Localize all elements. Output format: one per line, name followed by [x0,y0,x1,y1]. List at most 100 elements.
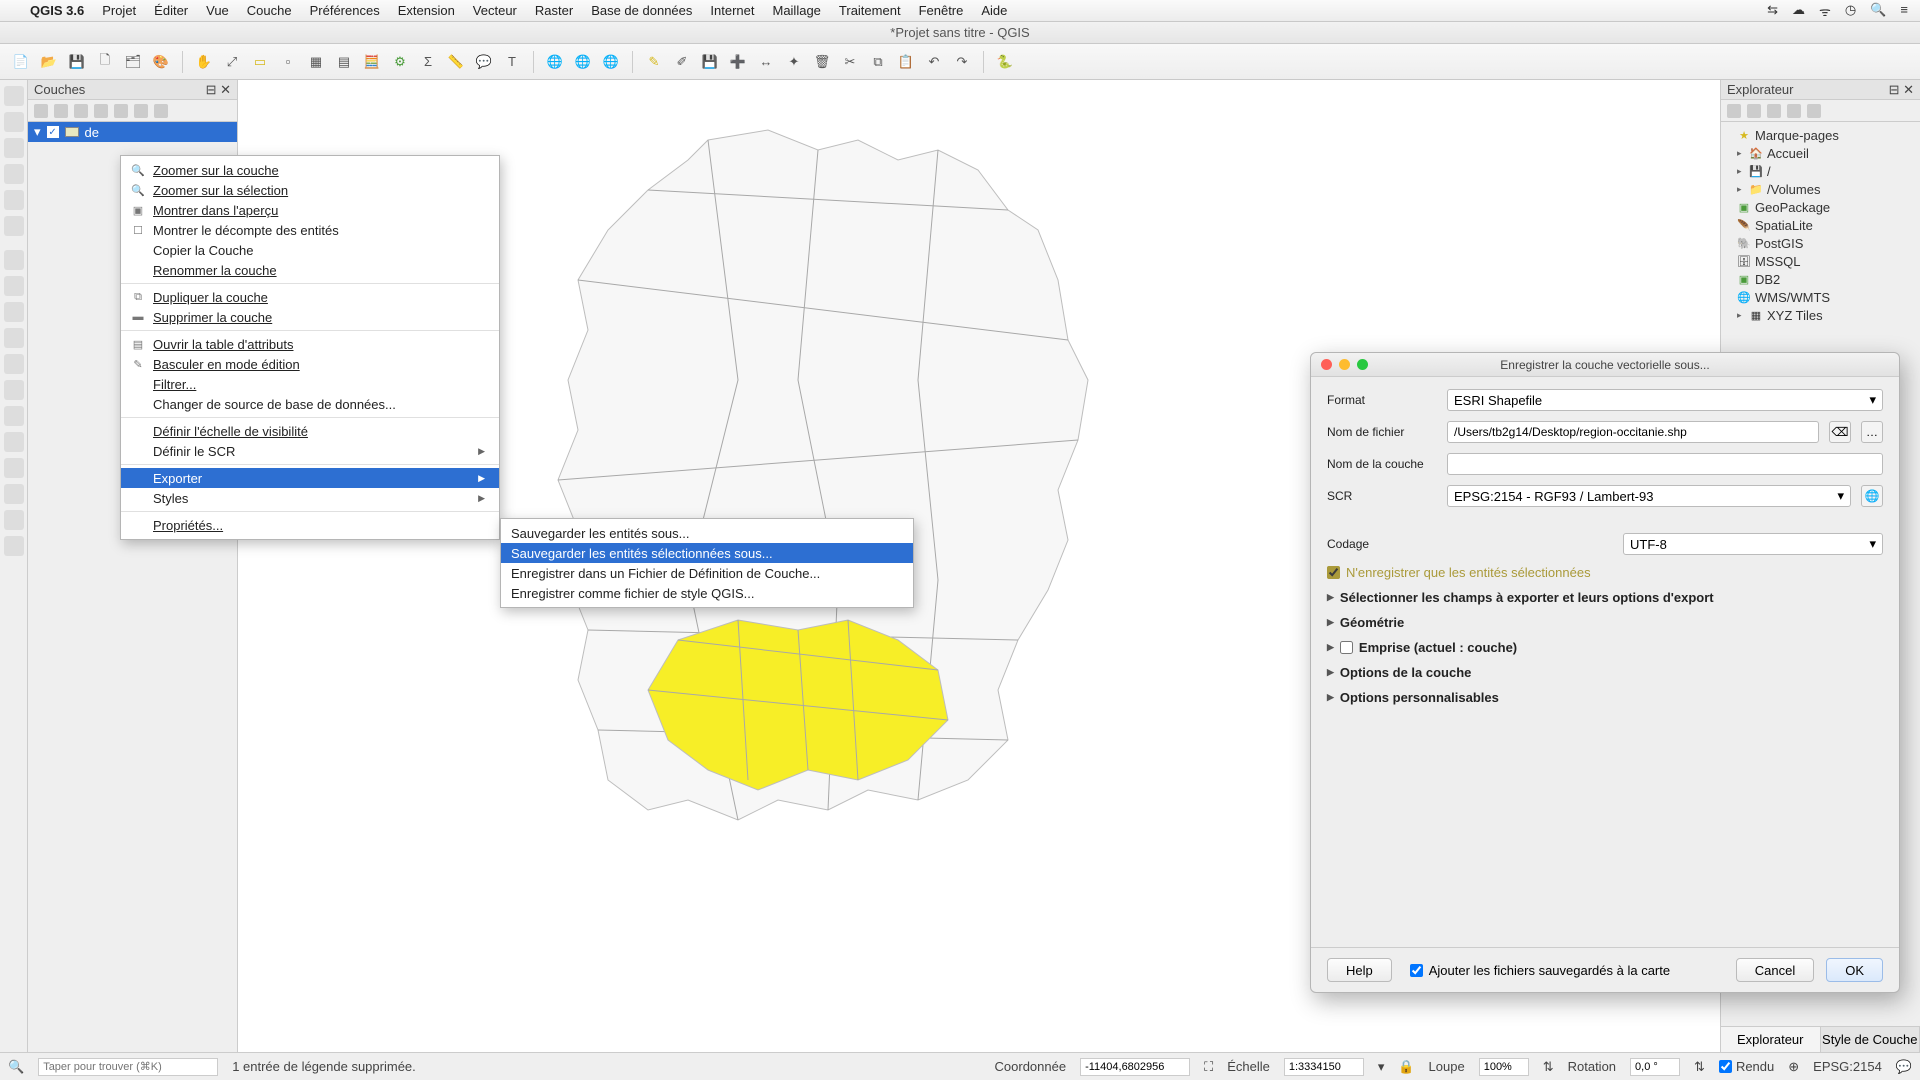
edit2-icon[interactable]: ✐ [671,51,693,73]
select-icon[interactable]: ▭ [249,51,271,73]
cancel-button[interactable]: Cancel [1736,958,1814,982]
tree-home[interactable]: ▸🏠Accueil [1725,144,1916,162]
extent-section[interactable]: ▶Emprise (actuel : couche) [1327,640,1883,655]
add-raster-icon[interactable] [4,112,24,132]
layer-collapse-icon[interactable] [134,104,148,118]
menu-preferences[interactable]: Préférences [310,3,380,18]
menu-fenetre[interactable]: Fenêtre [919,3,964,18]
menu-bdd[interactable]: Base de données [591,3,692,18]
zoom-next-icon[interactable] [4,432,24,452]
globe3-icon[interactable]: 🌐 [600,51,622,73]
add-vector-icon[interactable] [4,86,24,106]
node-tool-icon[interactable]: ✦ [783,51,805,73]
clock-icon[interactable]: ◷ [1845,2,1856,20]
custom-options-section[interactable]: ▶Options personnalisables [1327,690,1883,705]
tree-db2[interactable]: ▣DB2 [1725,270,1916,288]
layer-checkbox[interactable]: ✓ [47,126,59,138]
browser-close-icon[interactable]: ⊟ ✕ [1889,82,1914,98]
new-bookmark-icon[interactable] [4,484,24,504]
pan-icon[interactable]: ✋ [193,51,215,73]
stepper-icon[interactable]: ⇅ [1694,1059,1705,1075]
search-icon[interactable]: 🔍 [1870,2,1886,20]
zoom-in-icon[interactable] [4,276,24,296]
save-project-icon[interactable]: 💾 [66,51,88,73]
tree-mssql[interactable]: 🗄MSSQL [1725,252,1916,270]
switch-icon[interactable]: ⇆ [1767,2,1778,20]
ctx-save-style[interactable]: Enregistrer comme fichier de style QGIS.… [501,583,913,603]
ctx-zoom-layer[interactable]: 🔍Zoomer sur la couche [121,160,499,180]
tree-postgis[interactable]: 🐘PostGIS [1725,234,1916,252]
layer-options-section[interactable]: ▶Options de la couche [1327,665,1883,680]
add-saved-check[interactable]: Ajouter les fichiers sauvegardés à la ca… [1410,963,1670,978]
browser-refresh-icon[interactable] [1747,104,1761,118]
menu-traitement[interactable]: Traitement [839,3,901,18]
rotation-input[interactable] [1630,1058,1680,1076]
ctx-change-source[interactable]: Changer de source de base de données... [121,394,499,414]
globe1-icon[interactable]: 🌐 [544,51,566,73]
menu-raster[interactable]: Raster [535,3,573,18]
style-manager-icon[interactable]: 🎨 [150,51,172,73]
stepper-icon[interactable]: ⇅ [1543,1059,1554,1075]
tab-layer-style[interactable]: Style de Couche [1821,1027,1920,1052]
fields-section[interactable]: ▶Sélectionner les champs à exporter et l… [1327,590,1883,605]
pan-selection-icon[interactable]: ⤢ [221,51,243,73]
add-saved-checkbox[interactable] [1410,964,1423,977]
encoding-select[interactable]: UTF-8▾ [1623,533,1883,555]
magnifier-input[interactable] [1479,1058,1529,1076]
new-project-icon[interactable]: 📄 [10,51,32,73]
tree-xyz[interactable]: ▸▦XYZ Tiles [1725,306,1916,324]
add-feature-icon[interactable]: ➕ [727,51,749,73]
paste-icon[interactable]: 📋 [895,51,917,73]
panel-close-icon[interactable]: ⊟ ✕ [206,82,231,98]
add-csv-icon[interactable] [4,164,24,184]
layer-filter-icon[interactable] [94,104,108,118]
ctx-copy-layer[interactable]: Copier la Couche [121,240,499,260]
tips-icon[interactable]: 💬 [473,51,495,73]
tree-volumes[interactable]: ▸📁/Volumes [1725,180,1916,198]
ctx-save-selected[interactable]: Sauvegarder les entités sélectionnées so… [501,543,913,563]
layer-style-icon[interactable] [34,104,48,118]
browser-props-icon[interactable] [1807,104,1821,118]
layername-input[interactable] [1447,453,1883,475]
epsg-label[interactable]: EPSG:2154 [1813,1059,1882,1074]
layer-row[interactable]: ▾ ✓ de [28,122,237,142]
browse-button[interactable]: … [1861,421,1883,443]
browser-filter-icon[interactable] [1767,104,1781,118]
zoom-out-icon[interactable] [4,302,24,322]
globe2-icon[interactable]: 🌐 [572,51,594,73]
layout-manager-icon[interactable]: 🗂 [122,51,144,73]
delete-icon[interactable]: 🗑 [811,51,833,73]
only-selected-check[interactable]: N'enregistrer que les entités sélectionn… [1327,565,1883,580]
extent-icon[interactable]: ⛶ [1204,1059,1213,1075]
move-feature-icon[interactable]: ↔ [755,51,777,73]
filename-input[interactable] [1447,421,1819,443]
scr-browse-icon[interactable]: 🌐 [1861,485,1883,507]
measure-icon[interactable]: 📏 [445,51,467,73]
ctx-rename[interactable]: Renommer la couche [121,260,499,280]
tree-spatialite[interactable]: 🪶SpatiaLite [1725,216,1916,234]
refresh-icon[interactable] [4,536,24,556]
edit-pencil-icon[interactable]: ✎ [643,51,665,73]
ctx-properties[interactable]: Propriétés... [121,515,499,535]
cut-icon[interactable]: ✂ [839,51,861,73]
clear-filename-icon[interactable]: ⌫ [1829,421,1851,443]
geometry-section[interactable]: ▶Géométrie [1327,615,1883,630]
scale-input[interactable] [1284,1058,1364,1076]
ctx-show-overview[interactable]: ▣Montrer dans l'aperçu [121,200,499,220]
tab-explorer[interactable]: Explorateur [1721,1027,1821,1052]
save-edits-icon[interactable]: 💾 [699,51,721,73]
app-name[interactable]: QGIS 3.6 [30,3,84,18]
deselect-icon[interactable]: ▫ [277,51,299,73]
tree-root[interactable]: ▸💾/ [1725,162,1916,180]
maximize-icon[interactable] [1357,359,1368,370]
open-table-icon[interactable]: ▤ [333,51,355,73]
undo-icon[interactable]: ↶ [923,51,945,73]
ctx-duplicate[interactable]: ⧉Dupliquer la couche [121,287,499,307]
menu-extension[interactable]: Extension [398,3,455,18]
menu-vue[interactable]: Vue [206,3,229,18]
add-virtual-icon[interactable] [4,216,24,236]
layer-visibility-icon[interactable] [74,104,88,118]
tree-bookmarks[interactable]: ★Marque-pages [1725,126,1916,144]
ctx-open-table[interactable]: ▤Ouvrir la table d'attributs [121,334,499,354]
cloud-icon[interactable]: ☁ [1792,2,1805,20]
